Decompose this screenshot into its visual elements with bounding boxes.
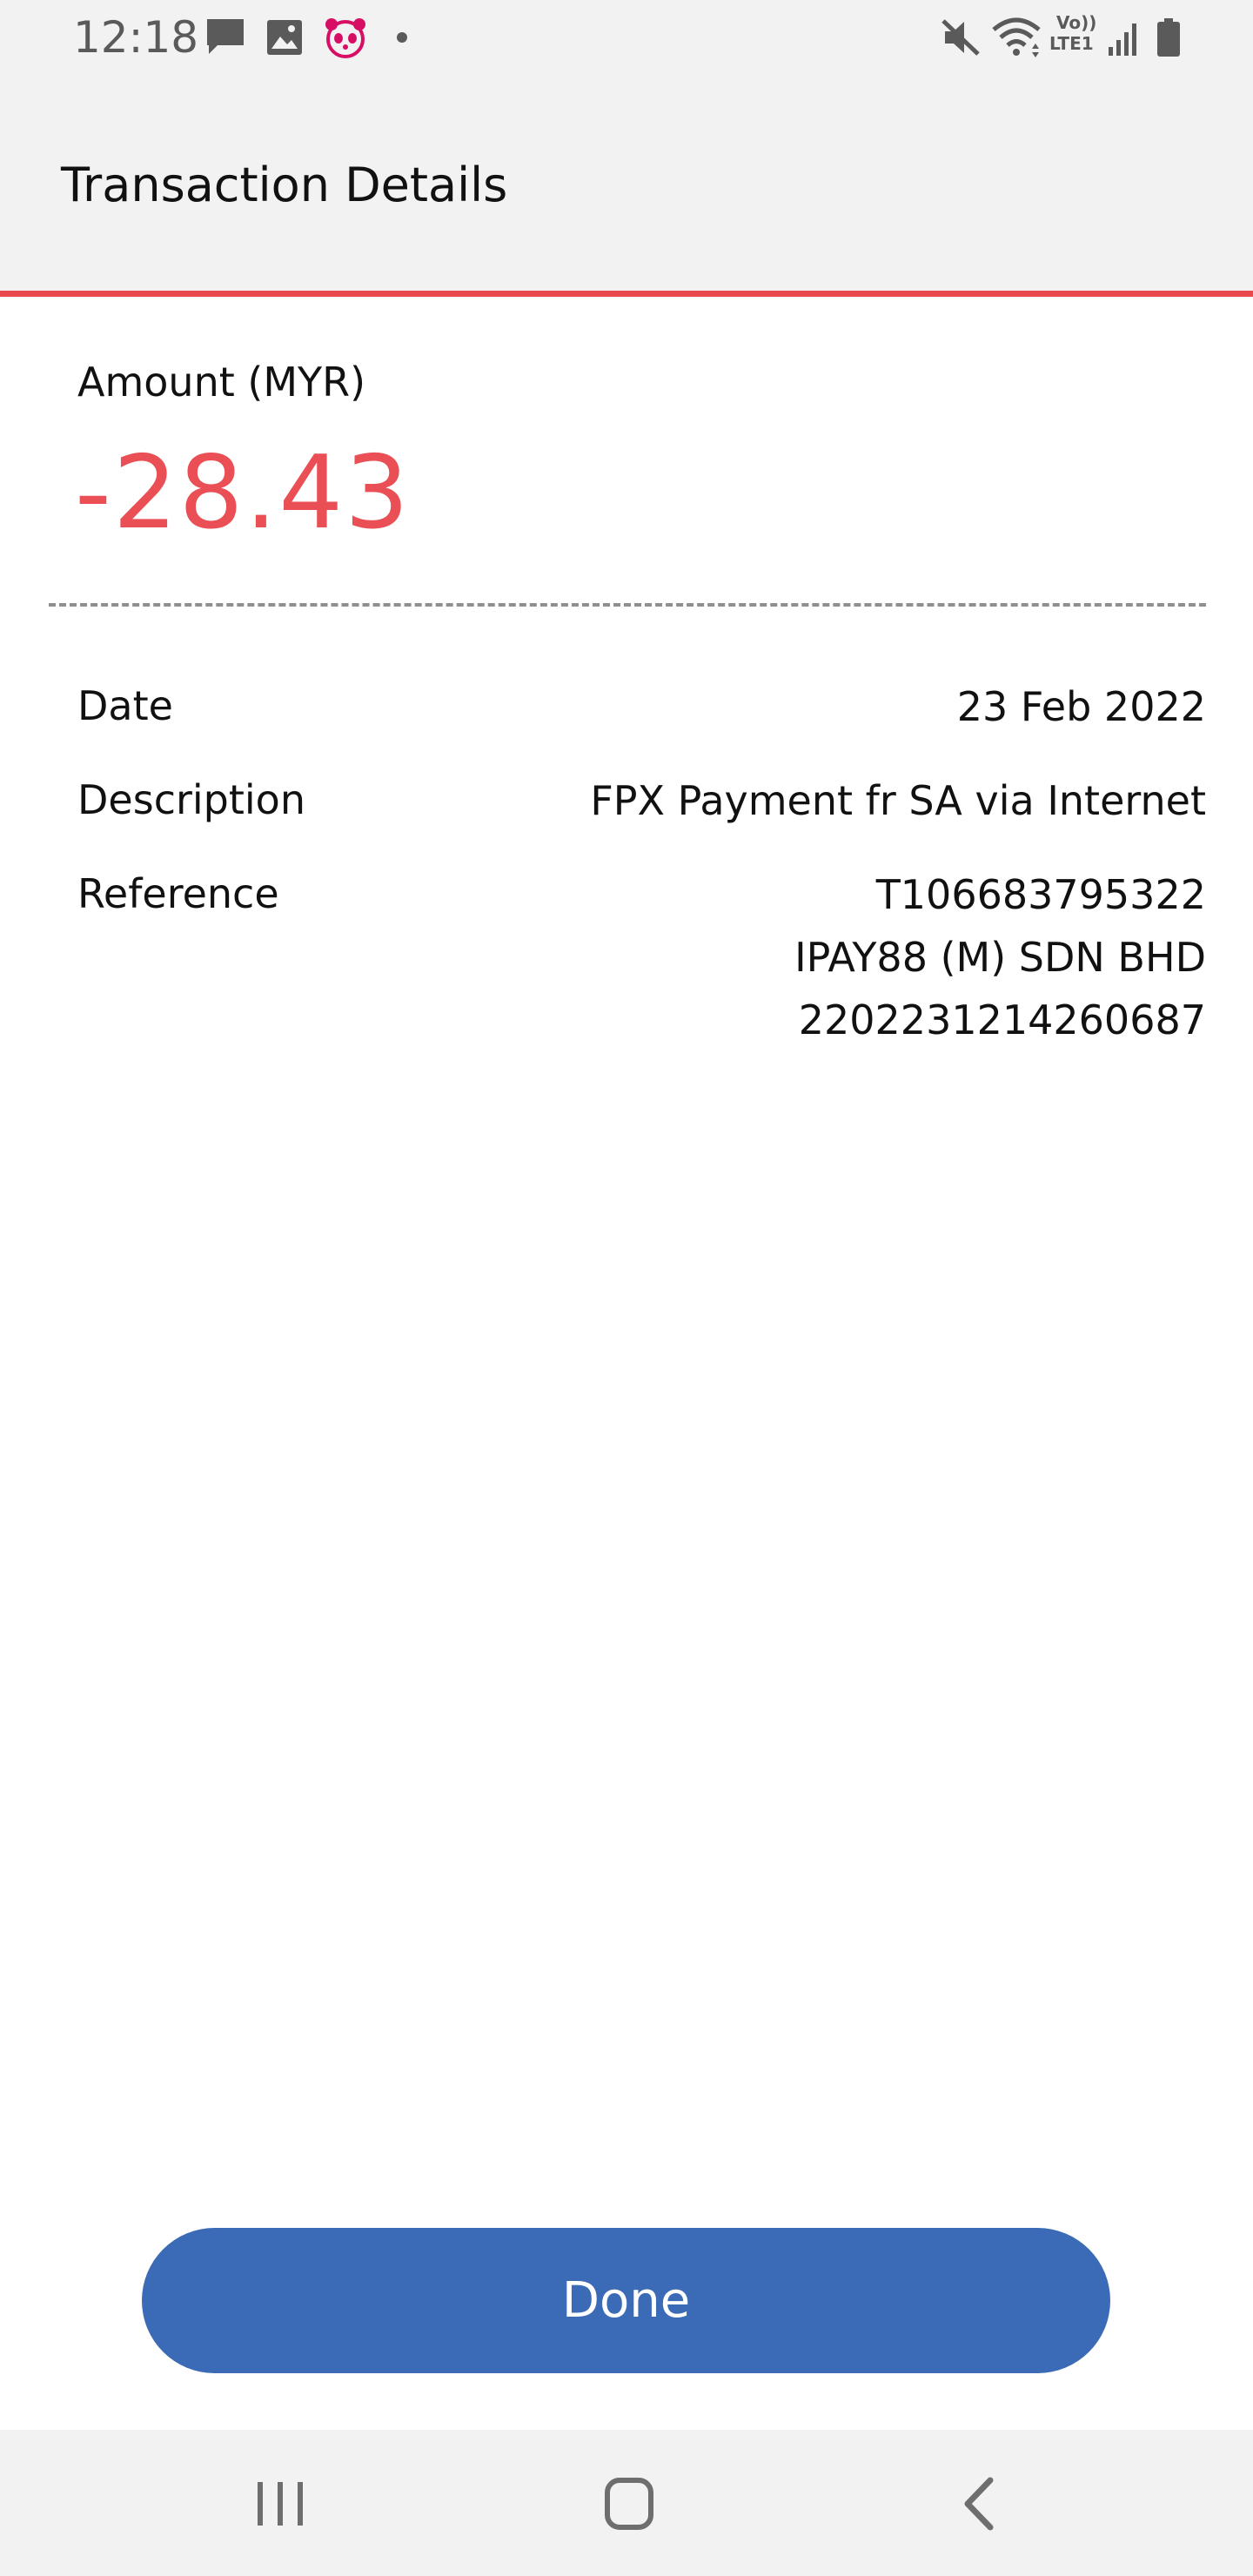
volte-label: Vo)) (1056, 12, 1097, 33)
detail-row-reference: Reference T106683795322 IPAY88 (M) SDN B… (77, 863, 1206, 1055)
amount-value: -28.43 (75, 434, 411, 552)
status-time: 12:18 (73, 12, 199, 63)
message-icon (207, 19, 244, 54)
reference-line-1: T106683795322 (875, 871, 1206, 918)
page-title: Transaction Details (61, 158, 508, 212)
amount-label: Amount (MYR) (77, 359, 366, 406)
app-header: Transaction Details (0, 75, 1253, 297)
back-button[interactable] (928, 2465, 1032, 2543)
reference-value: T106683795322 IPAY88 (M) SDN BHD 2202231… (794, 863, 1206, 1051)
battery-icon (1157, 18, 1180, 57)
volte-icon: Vo)) LTE1 (1049, 12, 1103, 61)
status-right-icons: Vo)) LTE1 (940, 12, 1201, 61)
signal-icon (1109, 23, 1136, 56)
dashed-divider (49, 603, 1206, 607)
date-value: 23 Feb 2022 (956, 683, 1206, 730)
description-label: Description (77, 776, 305, 823)
date-label: Date (77, 682, 173, 729)
reference-label: Reference (77, 870, 279, 917)
detail-row-description: Description FPX Payment fr SA via Intern… (77, 769, 1206, 832)
description-value: FPX Payment fr SA via Internet (590, 777, 1206, 824)
mute-icon (941, 19, 980, 56)
reference-line-3: 2202231214260687 (798, 996, 1206, 1043)
recent-apps-button[interactable] (228, 2465, 332, 2543)
image-icon (267, 20, 302, 55)
recent-apps-icon (258, 2482, 303, 2526)
foodpanda-icon (325, 18, 365, 58)
status-bar: 12:18 Vo)) LTE1 (0, 0, 1253, 75)
home-icon (605, 2478, 653, 2530)
wifi-icon (992, 17, 1041, 57)
back-icon (964, 2477, 994, 2531)
home-button[interactable] (577, 2465, 681, 2543)
dot-icon (397, 32, 407, 43)
nav-bar (0, 2430, 1253, 2576)
lte-label: LTE1 (1049, 33, 1094, 54)
detail-row-date: Date 23 Feb 2022 (77, 675, 1206, 738)
done-button[interactable]: Done (142, 2228, 1110, 2373)
reference-line-2: IPAY88 (M) SDN BHD (794, 934, 1206, 981)
